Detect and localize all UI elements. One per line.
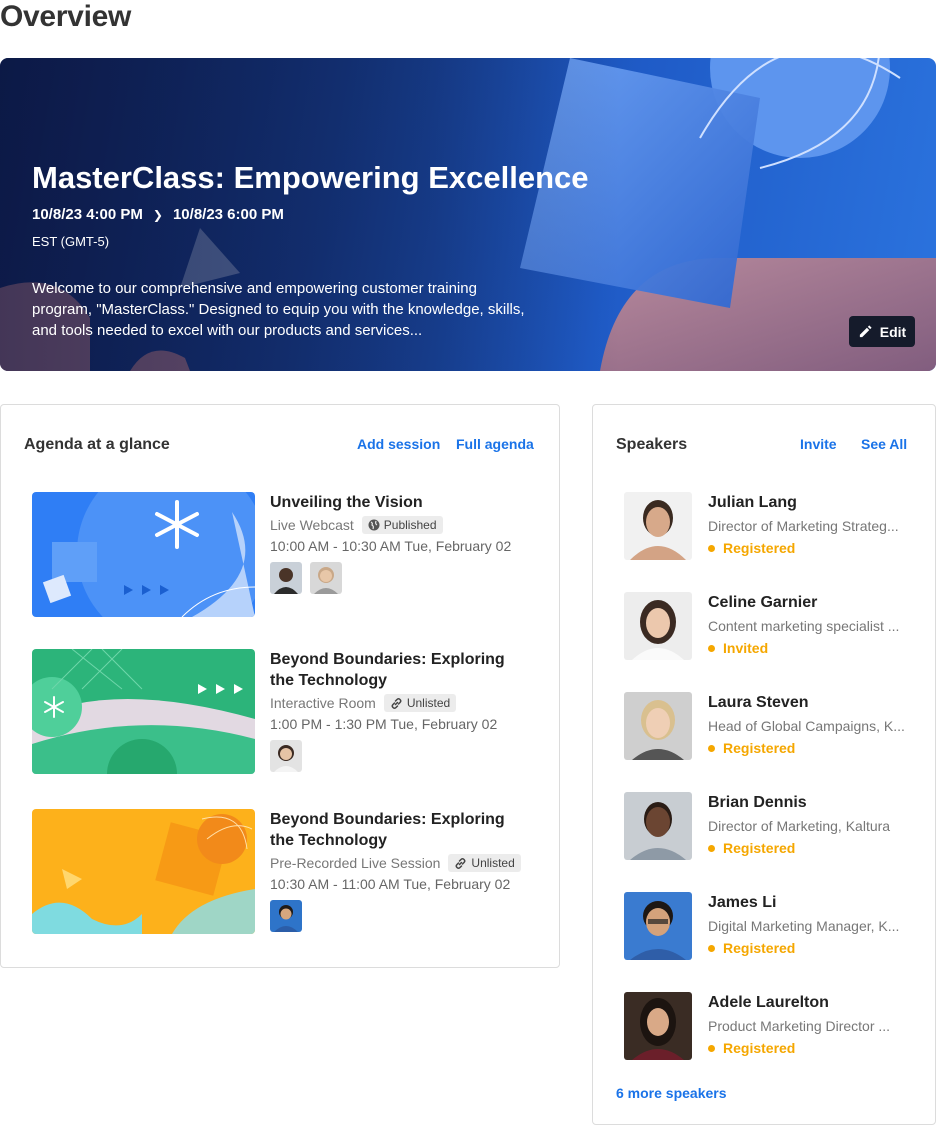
status-label: Invited — [723, 640, 769, 656]
see-all-link[interactable]: See All — [861, 436, 907, 452]
session-thumbnail[interactable] — [32, 492, 255, 617]
avatar[interactable] — [270, 562, 302, 594]
session-time: 10:00 AM - 10:30 AM — [270, 538, 401, 554]
status-badge: Registered — [708, 940, 795, 956]
agenda-card: Agenda at a glance Add session Full agen… — [0, 404, 560, 968]
more-speakers-link[interactable]: 6 more speakers — [616, 1085, 727, 1101]
status-dot-icon — [708, 644, 715, 652]
session-type: Interactive Room — [270, 695, 376, 711]
event-end: 10/8/23 6:00 PM — [172, 206, 284, 223]
avatar[interactable] — [270, 900, 302, 932]
speaker-item[interactable]: Adele Laurelton Product Marketing Direct… — [624, 992, 924, 1060]
avatar[interactable] — [624, 492, 692, 560]
session-title[interactable]: Beyond Boundaries: Exploring the Technol… — [270, 649, 530, 691]
avatar[interactable] — [624, 692, 692, 760]
status-dot-icon — [708, 844, 715, 852]
speaker-role: Head of Global Campaigns, K... — [708, 718, 905, 734]
speaker-item[interactable]: Laura Steven Head of Global Campaigns, K… — [624, 692, 924, 760]
status-badge: Registered — [708, 740, 795, 756]
status-badge: Unlisted — [383, 694, 457, 712]
session-speakers — [270, 740, 530, 772]
speaker-role: Director of Marketing, Kaltura — [708, 818, 891, 834]
event-title: MasterClass: Empowering Excellence — [32, 160, 589, 195]
session-speakers — [270, 900, 530, 932]
speaker-role: Digital Marketing Manager, K... — [708, 918, 900, 934]
session-title[interactable]: Unveiling the Vision — [270, 492, 530, 513]
agenda-title: Agenda at a glance — [24, 436, 170, 453]
speakers-title: Speakers — [616, 436, 688, 453]
event-timezone: EST (GMT-5) — [32, 234, 110, 249]
session-title[interactable]: Beyond Boundaries: Exploring the Technol… — [270, 809, 530, 851]
status-label: Registered — [723, 740, 796, 756]
edit-button-label: Edit — [879, 323, 907, 340]
session-type: Pre-Recorded Live Session — [270, 855, 441, 871]
avatar[interactable] — [310, 562, 342, 594]
speaker-name: Brian Dennis — [708, 794, 807, 811]
speaker-role: Director of Marketing Strateg... — [708, 518, 899, 534]
speaker-item[interactable]: Celine Garnier Content marketing special… — [624, 592, 924, 660]
full-agenda-link[interactable]: Full agenda — [456, 436, 534, 452]
speaker-role: Content marketing specialist ... — [708, 618, 900, 634]
status-badge: Invited — [708, 640, 768, 656]
speaker-name: Laura Steven — [708, 694, 809, 711]
session-thumbnail[interactable] — [32, 809, 255, 934]
speaker-name: James Li — [708, 894, 777, 911]
edit-button[interactable]: Edit — [849, 316, 915, 347]
avatar[interactable] — [624, 892, 692, 960]
speaker-name: Julian Lang — [708, 494, 797, 511]
status-badge-label: Unlisted — [471, 856, 515, 870]
chevron-right-icon: ❯ — [152, 207, 163, 222]
status-badge: Published — [361, 516, 443, 534]
link-icon — [455, 857, 466, 869]
event-dates: 10/8/23 4:00 PM ❯ 10/8/23 6:00 PM — [32, 206, 284, 223]
session-thumbnail[interactable] — [32, 649, 255, 774]
session-speakers — [270, 562, 530, 594]
session-date: Tue, February 02 — [390, 716, 498, 732]
speaker-item[interactable]: James Li Digital Marketing Manager, K...… — [624, 892, 924, 960]
speaker-name: Celine Garnier — [708, 594, 818, 611]
page-title: Overview — [0, 0, 132, 33]
avatar[interactable] — [624, 792, 692, 860]
event-hero-banner: MasterClass: Empowering Excellence 10/8/… — [0, 58, 936, 371]
event-description: Welcome to our comprehensive and empower… — [32, 280, 525, 339]
speaker-item[interactable]: Julian Lang Director of Marketing Strate… — [624, 492, 924, 560]
speaker-item[interactable]: Brian Dennis Director of Marketing, Kalt… — [624, 792, 924, 860]
pencil-icon — [859, 325, 872, 338]
add-session-link[interactable]: Add session — [357, 436, 440, 452]
status-label: Registered — [723, 940, 796, 956]
status-dot-icon — [708, 1044, 715, 1052]
speakers-card: Speakers Invite See All Julian Lang Dire… — [592, 404, 936, 1125]
status-badge-label: Published — [383, 518, 437, 532]
session-time: 1:00 PM - 1:30 PM — [270, 716, 387, 732]
status-label: Registered — [723, 1040, 796, 1056]
status-dot-icon — [708, 744, 715, 752]
status-label: Registered — [723, 840, 796, 856]
session-type: Live Webcast — [270, 517, 354, 533]
status-dot-icon — [708, 544, 715, 552]
speaker-role: Product Marketing Director ... — [708, 1018, 891, 1034]
status-label: Registered — [723, 540, 796, 556]
session-time: 10:30 AM - 11:00 AM — [270, 876, 400, 892]
status-badge: Registered — [708, 840, 795, 856]
globe-icon — [368, 519, 380, 531]
avatar[interactable] — [270, 740, 302, 772]
status-badge: Registered — [708, 540, 795, 556]
speaker-name: Adele Laurelton — [708, 994, 829, 1011]
avatar[interactable] — [624, 992, 692, 1060]
event-start: 10/8/23 4:00 PM — [32, 206, 143, 223]
status-badge: Unlisted — [448, 854, 521, 872]
invite-link[interactable]: Invite — [800, 436, 837, 452]
session-date: Tue, February 02 — [404, 538, 512, 554]
status-badge: Registered — [708, 1040, 795, 1056]
status-badge-label: Unlisted — [406, 696, 451, 710]
link-icon — [391, 697, 402, 709]
avatar[interactable] — [624, 592, 692, 660]
status-dot-icon — [708, 944, 715, 952]
session-date: Tue, February 02 — [403, 876, 511, 892]
